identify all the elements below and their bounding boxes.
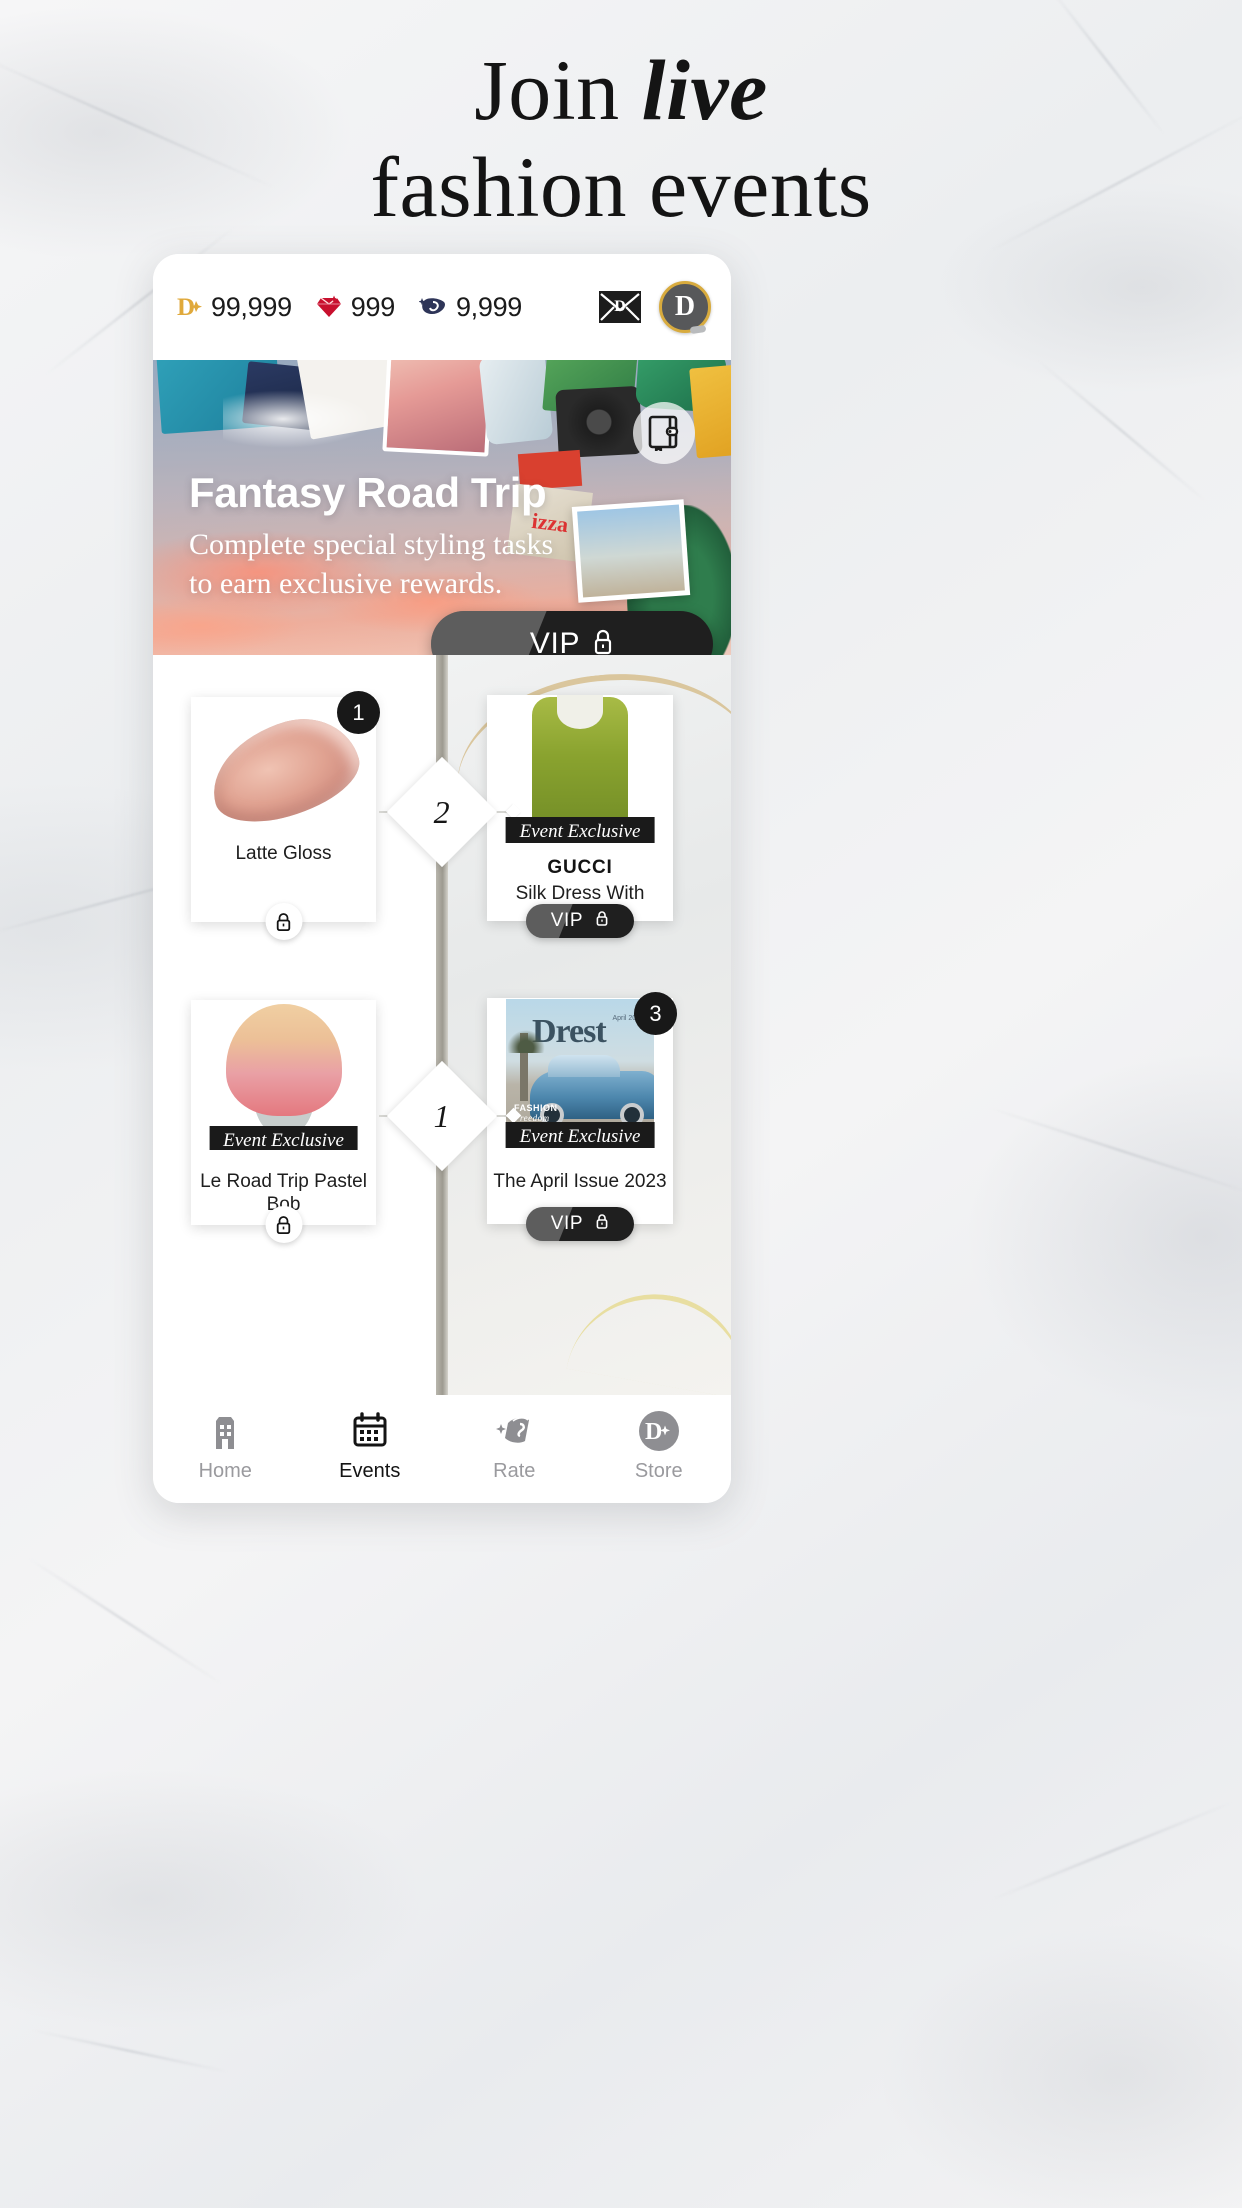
- card-vip-label: VIP: [550, 1213, 584, 1234]
- hero-vip-label: VIP: [529, 627, 581, 655]
- step-number-badge: 1: [337, 691, 380, 734]
- mail-icon-letter: D: [614, 298, 626, 315]
- nav-item-home[interactable]: Home: [153, 1409, 298, 1483]
- bottom-navigation: Home Events Rate D Store: [153, 1395, 731, 1503]
- nav-item-events[interactable]: Events: [298, 1409, 443, 1483]
- marble-vein: [988, 1106, 1242, 1196]
- app-top-bar: D 99,999 999 9,999 D D: [153, 254, 731, 360]
- product-name: The April Issue 2023: [493, 1171, 667, 1192]
- marble-vein: [31, 2029, 229, 2073]
- event-card-latte-gloss[interactable]: 1 Latte Gloss: [191, 691, 380, 940]
- collage-portrait-photo: [382, 360, 494, 457]
- avatar-letter: D: [674, 291, 696, 322]
- hero-subtitle-line-1: Complete special styling tasks: [189, 528, 554, 562]
- connector-number: 2: [434, 793, 450, 830]
- connector-number: 1: [434, 1097, 450, 1134]
- magazine-tagline: FASHION Freedom: [514, 1103, 558, 1123]
- marble-vein: [1037, 359, 1207, 503]
- top-bar-actions: D D: [599, 281, 711, 333]
- nav-label-rate: Rate: [493, 1460, 536, 1482]
- hero-subtitle-line-2: to earn exclusive rewards.: [189, 566, 503, 600]
- phone-mockup: D 99,999 999 9,999 D D izza Fantasy Road…: [153, 254, 731, 1503]
- event-hero-banner[interactable]: izza Fantasy Road Trip Complete special …: [153, 360, 731, 655]
- hero-text-block: Fantasy Road Trip Complete special styli…: [189, 469, 553, 603]
- nav-label-store: Store: [634, 1460, 683, 1482]
- building-icon: [207, 1409, 243, 1451]
- lock-icon: [595, 1213, 609, 1235]
- hero-vip-button[interactable]: VIP: [431, 611, 713, 655]
- headline-line-2: fashion events: [370, 138, 872, 235]
- currency-passes[interactable]: 9,999: [418, 291, 523, 323]
- mail-icon[interactable]: D: [599, 291, 641, 323]
- event-card-pastel-bob[interactable]: Event Exclusive Le Road Trip Pastel Bob: [191, 1000, 376, 1243]
- lock-icon[interactable]: [265, 1206, 302, 1243]
- lock-icon[interactable]: [265, 903, 302, 940]
- svg-text:D: D: [177, 294, 195, 321]
- product-brand: GUCCI: [547, 857, 613, 878]
- lock-icon: [595, 910, 609, 932]
- drest-store-icon: D: [638, 1409, 679, 1451]
- collage-camera: [555, 385, 643, 459]
- hair-shape: [225, 1004, 342, 1116]
- marble-vein: [991, 1801, 1233, 1901]
- polaroid-photo: [577, 504, 685, 598]
- avatar[interactable]: D: [659, 281, 711, 333]
- event-exclusive-ribbon: Event Exclusive: [209, 1126, 358, 1150]
- collage-item: [689, 363, 731, 459]
- journal-icon[interactable]: [633, 402, 695, 464]
- product-thumbnail: Event Exclusive: [191, 1000, 376, 1150]
- product-name: Latte Gloss: [235, 843, 332, 864]
- headline-live-emphasis: live: [641, 42, 768, 138]
- card-caption: The April Issue 2023: [487, 1148, 673, 1193]
- card-vip-button[interactable]: VIP: [526, 904, 634, 938]
- cards-icon: [494, 1409, 534, 1451]
- step-number-badge: 3: [634, 992, 677, 1035]
- palm-tree-fronds: [506, 1027, 548, 1053]
- calendar-icon: [351, 1409, 389, 1451]
- events-board: 1 Latte Gloss 2 Event Exclusive GUCCI Si…: [153, 655, 731, 1401]
- store-circle: D: [638, 1411, 679, 1451]
- event-exclusive-ribbon: Event Exclusive: [505, 817, 655, 843]
- drest-coin-icon: D: [177, 294, 202, 321]
- currency-coins[interactable]: D 99,999: [177, 292, 292, 323]
- lock-icon: [592, 629, 614, 656]
- nav-label-events: Events: [339, 1460, 401, 1482]
- hero-title: Fantasy Road Trip: [189, 469, 547, 517]
- event-exclusive-ribbon: Event Exclusive: [505, 1122, 655, 1148]
- nav-item-rate[interactable]: Rate: [442, 1409, 587, 1483]
- currency-gems[interactable]: 999: [316, 292, 395, 323]
- event-pass-icon: [418, 296, 447, 318]
- product-thumbnail: Event Exclusive: [487, 695, 673, 843]
- headline-line-1: Join live: [0, 46, 1242, 135]
- collage-splash: [223, 390, 373, 448]
- gem-value: 999: [350, 291, 395, 322]
- headline-join-text: Join: [474, 42, 642, 138]
- magazine-tagline-main: FASHION: [514, 1103, 558, 1113]
- nav-item-store[interactable]: D Store: [587, 1409, 732, 1483]
- svg-text:D: D: [645, 1419, 662, 1444]
- coin-value: 99,999: [211, 291, 292, 322]
- card-vip-label: VIP: [550, 910, 584, 931]
- card-vip-button[interactable]: VIP: [526, 1207, 634, 1241]
- diamond-gem-icon: [316, 295, 342, 319]
- promo-headline: Join live fashion events: [0, 46, 1242, 231]
- pass-value: 9,999: [455, 291, 523, 322]
- card-caption: Latte Gloss: [191, 842, 376, 865]
- currency-group: D 99,999 999 9,999: [177, 292, 522, 323]
- marble-vein: [28, 1557, 222, 1685]
- collage-polaroid: [571, 499, 691, 603]
- nav-label-home: Home: [198, 1460, 252, 1482]
- hero-subtitle: Complete special styling tasks to earn e…: [189, 526, 553, 603]
